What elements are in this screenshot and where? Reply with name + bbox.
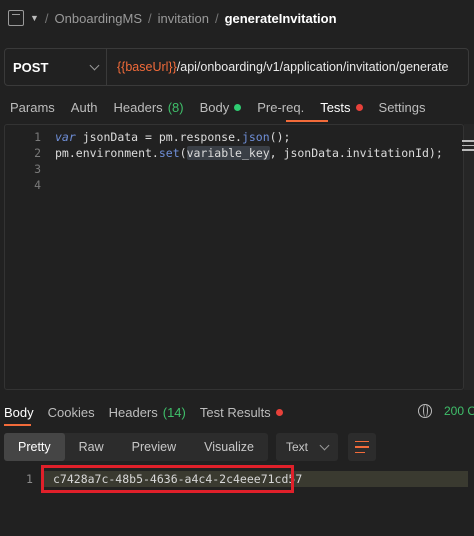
tab-label: Body [4,404,34,420]
chevron-down-icon [319,440,330,450]
url-path: /api/onboarding/v1/application/invitatio… [176,60,449,74]
method-label: POST [13,59,49,75]
code-text: pm.environment. [55,146,159,160]
highlighted-variable-key: variable_key [186,146,270,160]
tab-label: Settings [378,99,426,115]
collection-icon[interactable] [8,10,24,26]
snippets-panel-edge [462,124,474,390]
tab-response-headers[interactable]: Headers (14) [109,405,186,420]
code-function: set [158,146,180,160]
code-text: ( [179,146,187,160]
active-tab-underline [286,120,328,122]
chevron-down-icon [89,60,100,70]
code-line: 2 pm.environment.set(variable_key, jsonD… [5,145,443,161]
tab-pre-request[interactable]: Pre-req. [257,100,304,115]
tab-label: Test Results [199,404,271,420]
url-input[interactable]: {{baseUrl}}/api/onboarding/v1/applicatio… [107,60,449,74]
tab-settings[interactable]: Settings [379,100,426,115]
tests-script-editor[interactable]: 1 var jsonData = pm.response.json(); 2 p… [4,124,464,390]
code-function: json [241,130,270,144]
tab-label: Cookies [47,404,95,420]
tab-tests[interactable]: Tests [320,99,363,115]
tab-test-results[interactable]: Test Results [200,405,283,420]
caret-down-icon[interactable]: ▼ [30,13,39,23]
view-pretty-button[interactable]: Pretty [4,433,65,461]
response-tabs: Body Cookies Headers (14) Test Results [0,400,474,424]
url-bar: POST {{baseUrl}}/api/onboarding/v1/appli… [4,48,469,86]
breadcrumb-separator: / [148,10,152,26]
headers-count: (8) [167,99,184,115]
tab-label: Headers [113,99,163,115]
format-select[interactable]: Text [275,433,338,461]
line-number: 2 [34,146,41,160]
breadcrumb-separator: / [44,10,49,26]
tab-label: Auth [70,99,98,115]
tab-label: Pre-req. [257,99,305,115]
method-select[interactable]: POST [5,49,107,85]
request-name[interactable]: generateInvitation [225,11,337,26]
breadcrumb-separator: / [214,10,219,26]
view-raw-button[interactable]: Raw [65,433,118,461]
breadcrumb-item-collection[interactable]: OnboardingMS [55,11,142,26]
code-keyword: var [55,130,76,144]
breadcrumb-item-folder[interactable]: invitation [158,11,209,26]
tab-response-body[interactable]: Body [4,405,34,420]
view-visualize-button[interactable]: Visualize [190,433,268,461]
code-text: jsonData = pm.response. [75,130,242,144]
tab-body[interactable]: Body [200,100,242,115]
url-variable: {{baseUrl}} [117,60,177,74]
tab-label: Params [10,99,55,115]
body-indicator-dot [234,103,242,111]
tab-auth[interactable]: Auth [71,100,98,115]
format-select-value: Text [285,440,308,454]
tab-cookies[interactable]: Cookies [48,405,95,420]
active-response-tab-underline [4,424,31,426]
status-code[interactable]: 200 O [444,404,474,418]
code-line: 3 [5,161,41,177]
annotation-highlight-box [41,465,294,493]
breadcrumb: ▼ / OnboardingMS / invitation / generate… [0,0,474,36]
code-line: 1 var jsonData = pm.response.json(); [5,129,290,145]
wrap-lines-button[interactable] [347,433,376,461]
tab-params[interactable]: Params [10,100,55,115]
tab-label: Tests [320,99,351,115]
tab-label: Headers [108,404,158,420]
view-preview-button[interactable]: Preview [118,433,190,461]
response-headers-count: (14) [162,404,186,420]
wrap-icon [354,440,369,443]
tab-headers[interactable]: Headers (8) [114,100,184,115]
code-line: 4 [5,177,41,193]
menu-icon[interactable] [462,140,474,154]
code-text: , jsonData.invitationId); [269,146,443,160]
response-view-toolbar: Pretty Raw Preview Visualize Text [4,433,376,461]
view-mode-group: Pretty Raw Preview Visualize [4,433,268,461]
line-number: 3 [34,162,41,176]
line-number: 1 [34,130,41,144]
tests-indicator-dot [355,103,363,111]
globe-icon[interactable] [418,404,432,418]
code-text: (); [269,130,291,144]
request-tabs: Params Auth Headers (8) Body Pre-req. Tes… [0,94,474,120]
line-number: 1 [26,472,33,486]
test-results-indicator-dot [275,408,283,416]
line-number: 4 [34,178,41,192]
tab-label: Body [199,99,230,115]
